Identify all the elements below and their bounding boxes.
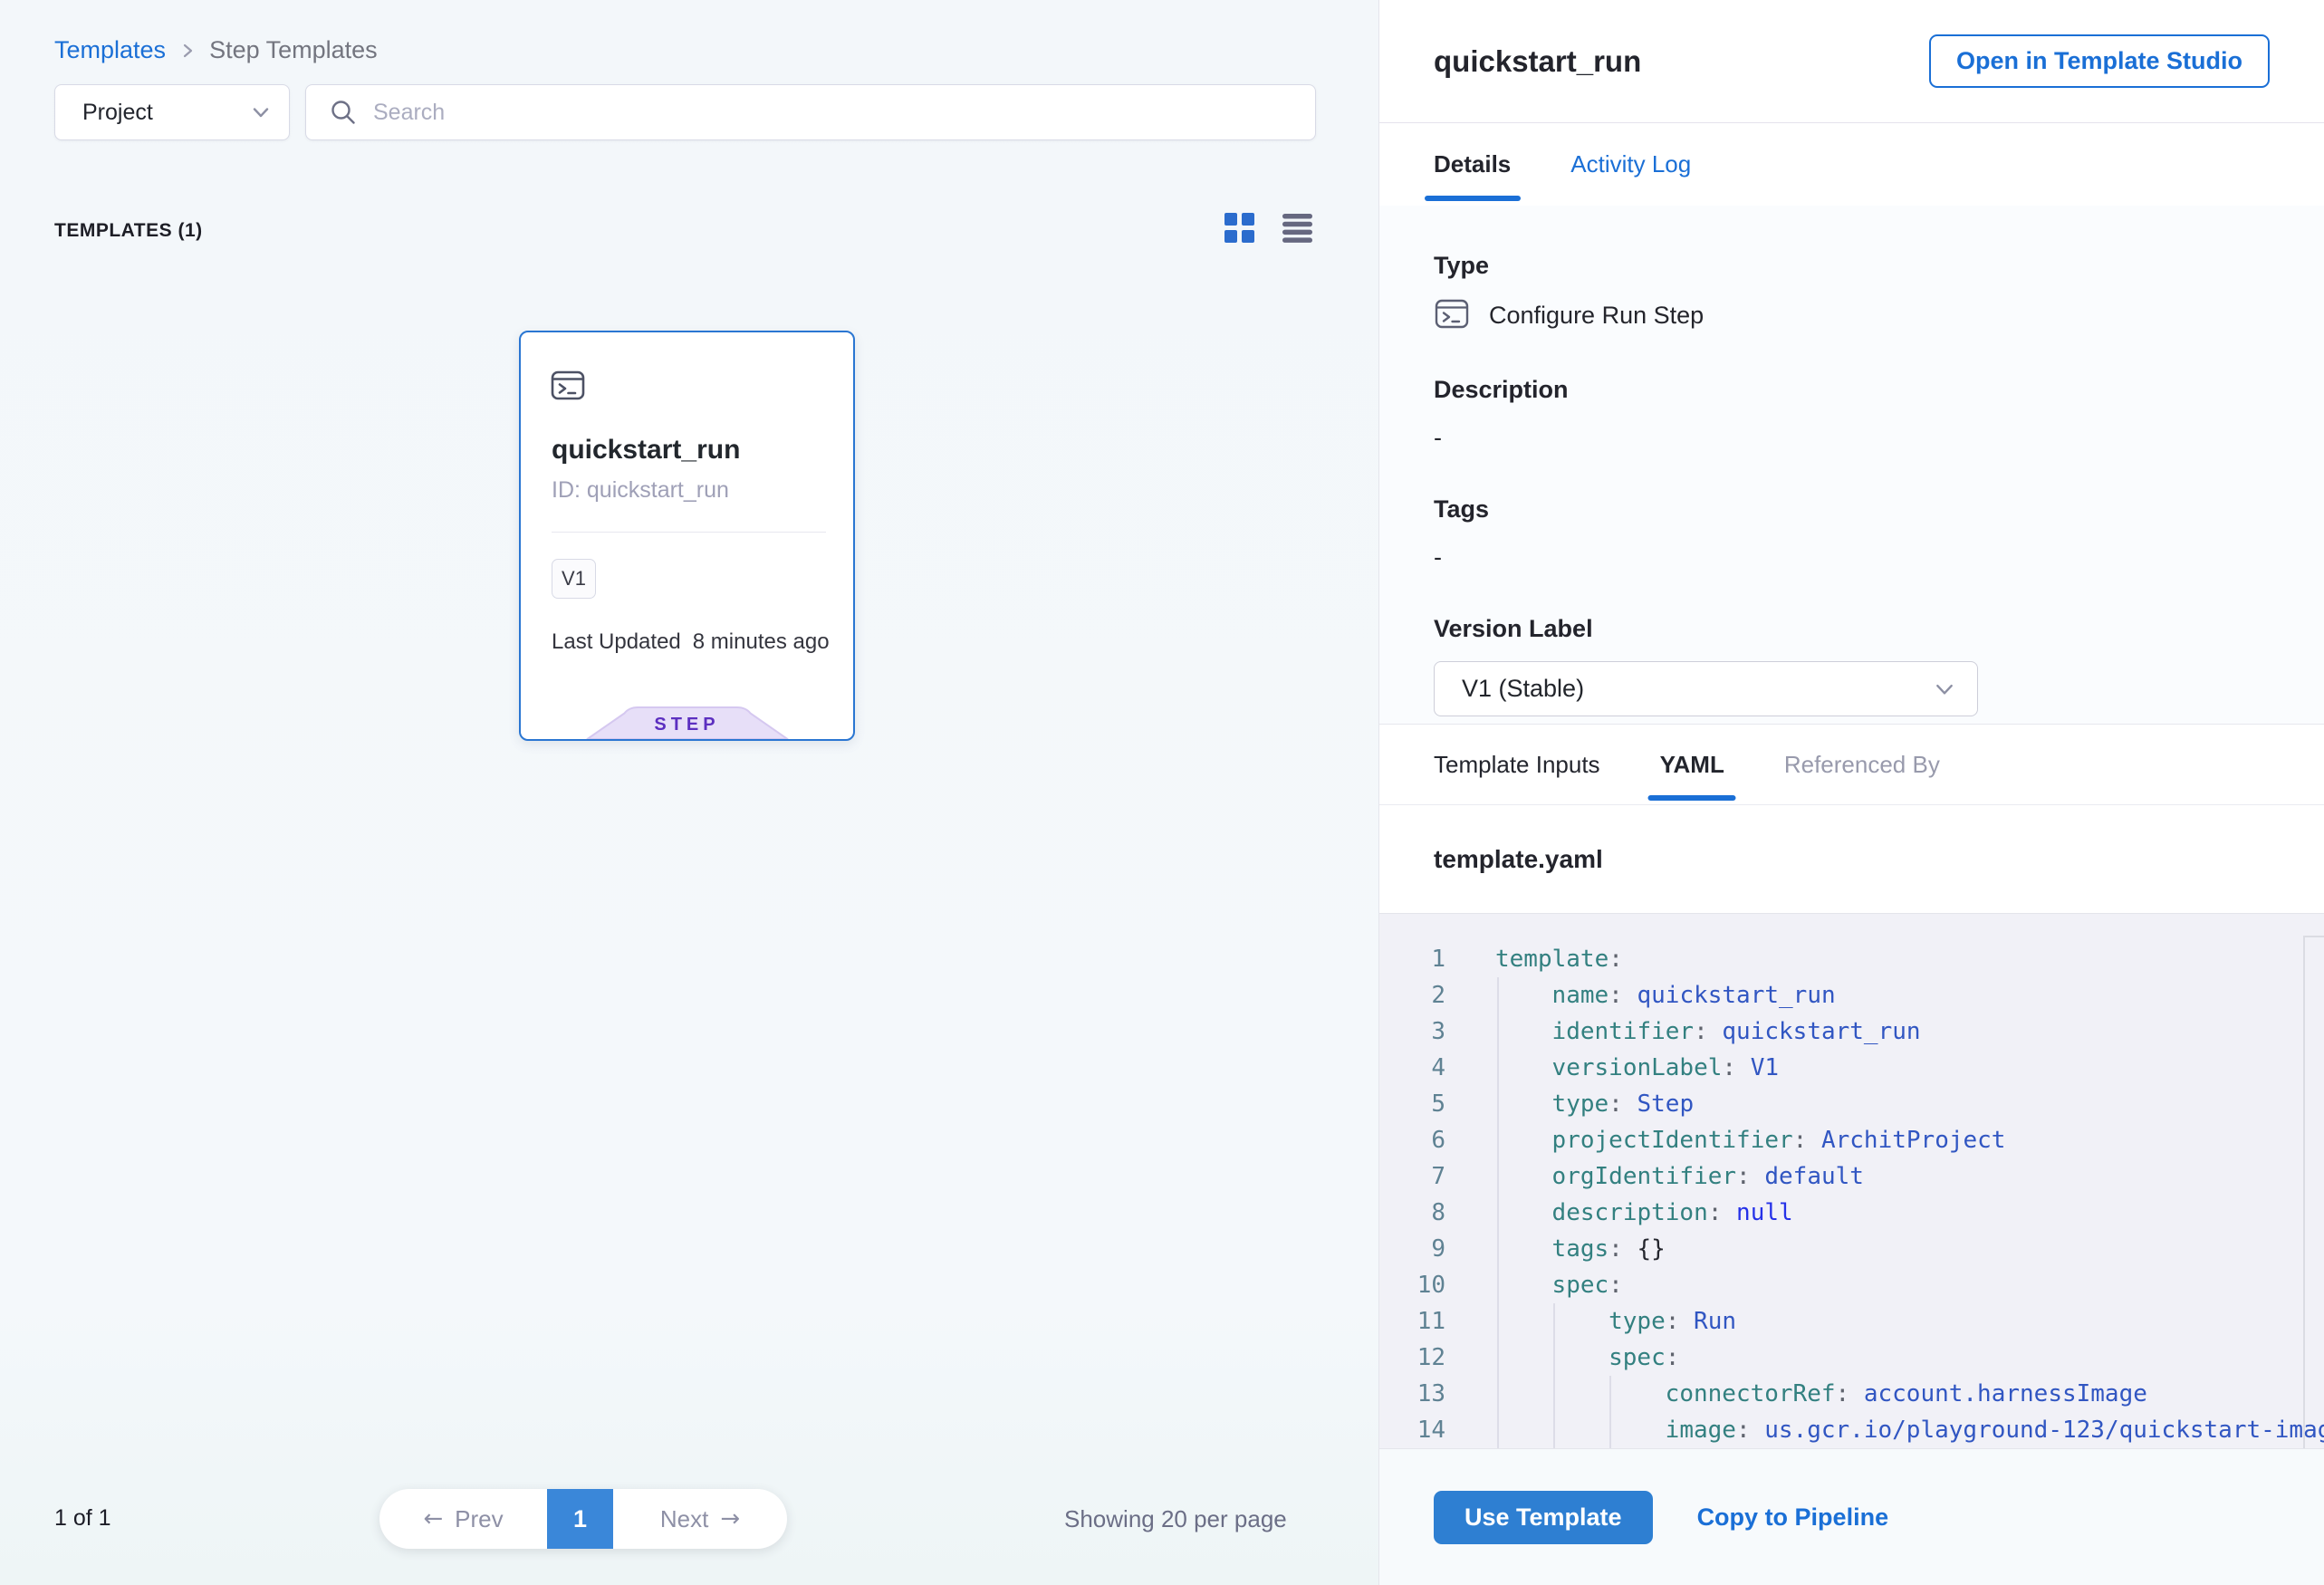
details-header: quickstart_run Open in Template Studio <box>1379 0 2324 123</box>
yaml-tabs: Template Inputs YAML Referenced By <box>1379 724 2324 805</box>
left-arrow-icon: ← <box>423 1505 443 1532</box>
grid-view-icon[interactable] <box>1224 213 1254 243</box>
view-toggles <box>1224 213 1312 243</box>
tab-activity-log[interactable]: Activity Log <box>1570 123 1691 206</box>
per-page-label: Showing 20 per page <box>1064 1505 1287 1533</box>
yaml-line: 4versionLabel: V1 <box>1379 1050 2324 1086</box>
chevron-down-icon <box>251 102 271 122</box>
template-list-panel: Templates Step Templates Project TEMPLAT… <box>0 0 1378 1585</box>
scope-select[interactable]: Project <box>54 84 290 140</box>
breadcrumb: Templates Step Templates <box>54 36 378 64</box>
templates-count-heading: TEMPLATES (1) <box>54 220 203 242</box>
card-divider <box>552 532 826 533</box>
version-select[interactable]: V1 (Stable) <box>1434 661 1978 716</box>
yaml-line: 9tags: {} <box>1379 1231 2324 1267</box>
yaml-editor[interactable]: 1template:2name: quickstart_run3identifi… <box>1379 913 2324 1448</box>
details-footer: Use Template Copy to Pipeline <box>1379 1448 2324 1585</box>
tags-label: Tags <box>1434 495 2270 524</box>
breadcrumb-current: Step Templates <box>209 36 378 64</box>
run-step-terminal-icon <box>550 367 586 408</box>
template-details-panel: quickstart_run Open in Template Studio D… <box>1378 0 2324 1585</box>
yaml-line: 6projectIdentifier: ArchitProject <box>1379 1122 2324 1158</box>
tab-referenced-by[interactable]: Referenced By <box>1784 725 1940 804</box>
step-type-badge: STEP <box>586 706 788 739</box>
step-badge-label: STEP <box>586 706 788 739</box>
prev-page-button[interactable]: ← Prev <box>379 1489 547 1549</box>
version-label: Version Label <box>1434 615 2270 643</box>
card-updated: Last Updated 8 minutes ago <box>552 629 830 655</box>
breadcrumb-chevron-icon <box>178 42 197 60</box>
tab-template-inputs[interactable]: Template Inputs <box>1434 725 1600 804</box>
yaml-line: 5type: Step <box>1379 1086 2324 1122</box>
yaml-line: 14image: us.gcr.io/playground-123/quicks… <box>1379 1412 2324 1448</box>
yaml-line: 1template: <box>1379 941 2324 977</box>
chevron-down-icon <box>1934 678 1955 700</box>
right-arrow-icon: → <box>720 1505 740 1532</box>
yaml-line: 11type: Run <box>1379 1303 2324 1340</box>
run-step-terminal-icon <box>1434 295 1470 336</box>
yaml-line: 3identifier: quickstart_run <box>1379 1013 2324 1050</box>
card-id: ID: quickstart_run <box>552 477 729 504</box>
yaml-line: 13connectorRef: account.harnessImage <box>1379 1376 2324 1412</box>
version-select-value: V1 (Stable) <box>1462 675 1584 703</box>
type-value: Configure Run Step <box>1489 302 1704 330</box>
breadcrumb-templates-link[interactable]: Templates <box>54 36 166 64</box>
description-value: - <box>1434 424 2270 452</box>
details-tabs: Details Activity Log <box>1379 123 2324 206</box>
use-template-button[interactable]: Use Template <box>1434 1491 1653 1544</box>
search-box <box>305 84 1316 140</box>
description-label: Description <box>1434 376 2270 404</box>
search-icon <box>330 99 357 126</box>
type-value-row: Configure Run Step <box>1434 295 2270 336</box>
copy-to-pipeline-link[interactable]: Copy to Pipeline <box>1697 1503 1889 1532</box>
version-badge: V1 <box>552 559 596 599</box>
details-body: Type Configure Run Step Description - Ta… <box>1379 206 2324 724</box>
page-number-button[interactable]: 1 <box>547 1489 613 1549</box>
pagination-control: ← Prev 1 Next → <box>379 1489 787 1549</box>
tab-yaml[interactable]: YAML <box>1660 725 1724 804</box>
template-card[interactable]: quickstart_run ID: quickstart_run V1 Las… <box>519 331 855 741</box>
open-in-template-studio-button[interactable]: Open in Template Studio <box>1929 34 2270 88</box>
updated-label: Last Updated <box>552 629 681 655</box>
updated-value: 8 minutes ago <box>693 629 830 655</box>
yaml-line: 2name: quickstart_run <box>1379 977 2324 1013</box>
yaml-line: 10spec: <box>1379 1267 2324 1303</box>
list-view-icon[interactable] <box>1282 213 1312 243</box>
yaml-line: 7orgIdentifier: default <box>1379 1158 2324 1195</box>
yaml-filename: template.yaml <box>1379 805 2324 913</box>
yaml-line: 12spec: <box>1379 1340 2324 1376</box>
type-label: Type <box>1434 252 2270 280</box>
tags-value: - <box>1434 543 2270 572</box>
scope-select-value: Project <box>82 100 153 126</box>
page-summary: 1 of 1 <box>54 1505 111 1532</box>
templates-page: Templates Step Templates Project TEMPLAT… <box>0 0 2324 1585</box>
yaml-line: 8description: null <box>1379 1195 2324 1231</box>
search-input[interactable] <box>373 100 1292 126</box>
tab-details[interactable]: Details <box>1434 123 1511 206</box>
card-title: quickstart_run <box>552 435 740 466</box>
next-page-button[interactable]: Next → <box>613 1489 787 1549</box>
yaml-code: 1template:2name: quickstart_run3identifi… <box>1379 914 2324 1448</box>
panel-title: quickstart_run <box>1434 44 1641 79</box>
